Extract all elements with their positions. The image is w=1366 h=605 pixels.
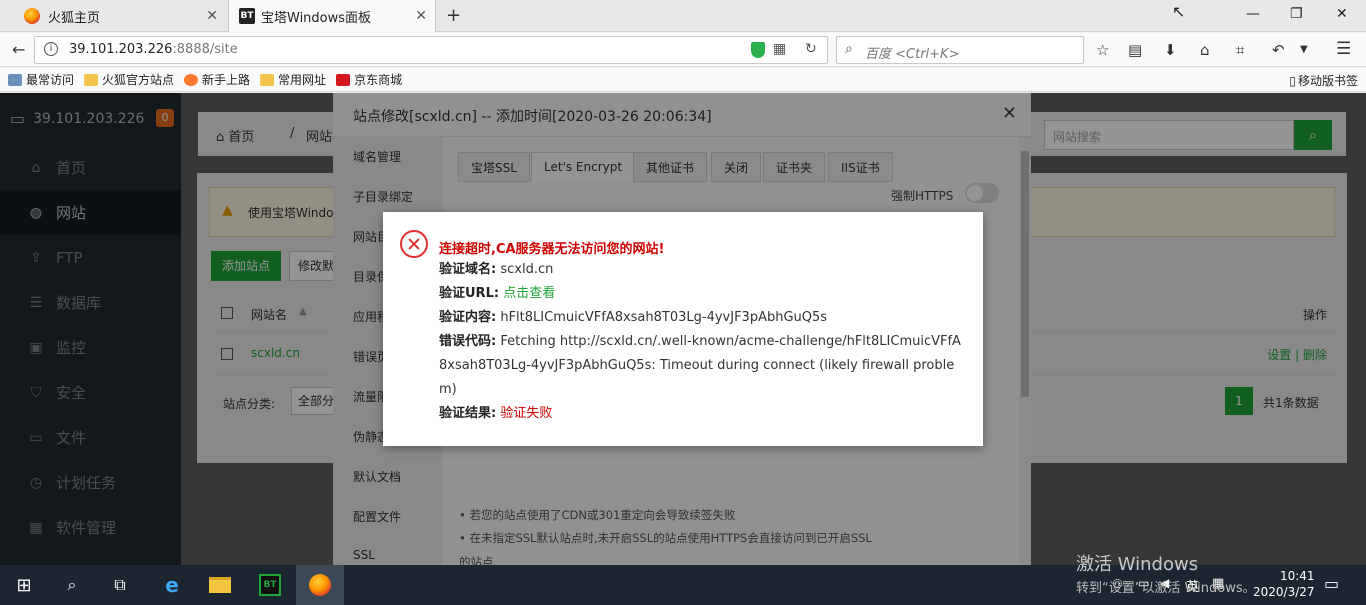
verify-result-label: 验证结果: [439,406,497,421]
clock-date: 2020/3/27 [1253,585,1315,599]
bookmark-getting-started[interactable]: 新手上路 [184,71,250,88]
activation-watermark-title: 激活 Windows [1076,554,1199,575]
verify-content-row: 验证内容: hFlt8LICmuicVFfA8xsah8T03Lg-4yvJF3… [439,306,827,330]
url-text: 39.101.203.226:8888/site [69,42,238,57]
close-window-icon[interactable]: ✕ [1336,6,1348,22]
error-dialog: 连接超时,CA服务器无法访问您的网站! 验证域名: scxld.cn 验证URL… [383,212,983,446]
mobile-bookmarks[interactable]: ▯ 移动版书签 [1289,72,1358,89]
home-icon[interactable]: ⌂ [1200,41,1210,59]
verify-content-value: hFlt8LICmuicVFfA8xsah8T03Lg-4yvJF3pAbhGu… [500,310,828,325]
verify-result-row: 验证结果: 验证失败 [439,402,552,426]
verify-content-label: 验证内容: [439,310,497,325]
bt-logo-icon: BT [259,574,281,596]
activation-watermark-text: 转到“设置”以激活 Windows。 [1076,581,1256,596]
folder-icon [209,577,231,593]
nav-bar: ← i 39.101.203.226:8888/site ▦ ↻ ⌕ 百度 <C… [0,33,1366,67]
error-code-value: Fetching http://scxld.cn/.well-known/acm… [439,334,961,397]
back-icon[interactable]: ← [12,40,25,59]
tab-bar: 火狐主页 ✕ BT 宝塔Windows面板 ✕ + ↖ — ❐ ✕ [0,0,1366,32]
firefox-icon [184,73,199,86]
verify-domain-value: scxld.cn [500,262,554,277]
bookmark-label: 新手上路 [202,73,251,87]
firefox-icon [309,574,331,596]
firefox-taskbar-button[interactable] [296,565,344,605]
ie-icon: e [165,573,179,597]
search-button[interactable]: ⌕ [48,565,96,605]
info-icon[interactable]: i [44,42,58,56]
tab-label: 宝塔Windows面板 [261,10,372,26]
clock-time: 10:41 [1279,569,1315,583]
search-bar[interactable]: ⌕ 百度 <Ctrl+K> [836,36,1084,64]
mobile-bookmarks-label: 移动版书签 [1297,74,1358,88]
bookmark-most-visited[interactable]: 最常访问 [8,71,74,88]
download-icon[interactable]: ⬇ [1164,41,1177,59]
tab-firefox-home[interactable]: 火狐主页 ✕ [0,0,226,32]
verify-domain-label: 验证域名: [439,262,497,277]
error-code-label: 错误代码: [439,334,497,349]
bookmark-star-icon[interactable]: ☆ [1096,41,1109,59]
url-host: 39.101.203.226 [69,42,173,57]
verify-domain-row: 验证域名: scxld.cn [439,258,553,282]
bookmark-firefox-official[interactable]: 火狐官方站点 [84,71,174,88]
jd-logo-icon [336,73,351,86]
firefox-icon [24,8,40,24]
minimize-icon[interactable]: — [1246,6,1260,22]
search-placeholder: 百度 <Ctrl+K> [865,47,960,62]
phone-icon: ▯ [1289,73,1296,88]
error-title: 连接超时,CA服务器无法访问您的网站! [439,242,665,257]
windows-icon: ⊞ [16,574,32,596]
notification-icon[interactable]: ▭ [1324,574,1339,593]
start-button[interactable]: ⊞ [0,565,48,605]
shield-icon[interactable] [751,42,765,58]
tab-label: 火狐主页 [48,10,101,26]
explorer-button[interactable] [196,565,244,605]
error-icon [400,230,428,258]
new-tab-icon[interactable]: + [446,5,461,26]
close-tab-icon[interactable]: ✕ [415,8,427,24]
folder-icon [260,73,275,86]
bookmark-label: 京东商城 [354,73,403,87]
verify-result-value: 验证失败 [500,406,553,421]
verify-url-row: 验证URL: 点击查看 [439,282,555,306]
gear-icon [8,73,22,86]
clock[interactable]: 10:41 2020/3/27 [1253,568,1315,600]
reader-icon[interactable]: ▤ [1128,41,1142,59]
task-view-button[interactable]: ⧉ [96,565,144,605]
reload-icon[interactable]: ↻ [805,41,817,57]
error-code-row: 错误代码: Fetching http://scxld.cn/.well-kno… [439,330,969,402]
task-view-icon: ⧉ [114,575,126,594]
bookmark-label: 最常访问 [26,73,75,87]
tab-bt-panel[interactable]: BT 宝塔Windows面板 ✕ [228,0,436,32]
bookmark-common-sites[interactable]: 常用网址 [260,71,326,88]
screenshot-icon[interactable]: ⌗ [1236,41,1244,59]
search-icon: ⌕ [845,41,853,57]
url-bar[interactable]: i 39.101.203.226:8888/site ▦ ↻ [34,36,828,64]
close-tab-icon[interactable]: ✕ [206,8,218,24]
bookmarks-bar: 最常访问 火狐官方站点 新手上路 常用网址 京东商城 ▯ 移动版书签 [0,68,1366,92]
bookmark-label: 火狐官方站点 [102,73,175,87]
url-path: :8888/site [172,42,238,57]
bookmark-label: 常用网址 [278,73,327,87]
folder-icon [84,73,99,86]
bt-logo-icon: BT [239,8,255,24]
search-icon: ⌕ [67,575,77,594]
bookmark-jd[interactable]: 京东商城 [336,71,402,88]
mouse-cursor-icon: ↖ [1172,2,1186,21]
bt-taskbar-button[interactable]: BT [246,565,294,605]
undo-icon[interactable]: ↶ [1272,41,1285,59]
restore-icon[interactable]: ❐ [1290,6,1303,22]
chevron-down-icon[interactable]: ▼ [1300,44,1308,55]
verify-url-label: 验证URL: [439,286,500,301]
qr-code-icon[interactable]: ▦ [773,41,786,57]
verify-url-link[interactable]: 点击查看 [503,286,555,301]
menu-icon[interactable]: ☰ [1336,39,1351,59]
ie-button[interactable]: e [148,565,196,605]
